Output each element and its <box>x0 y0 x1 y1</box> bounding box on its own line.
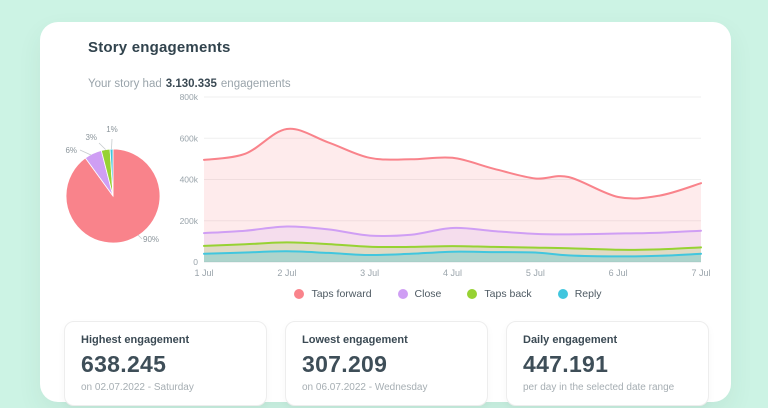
svg-text:6 Jul: 6 Jul <box>609 268 628 278</box>
legend-item-taps-back[interactable]: Taps back <box>467 288 532 300</box>
legend-item-taps-forward[interactable]: Taps forward <box>294 288 372 300</box>
stat-note: on 02.07.2022 - Saturday <box>81 382 194 393</box>
svg-text:800k: 800k <box>180 92 199 102</box>
engagement-breakdown-pie-chart[interactable]: 90% 6% 3% 1% <box>48 118 178 258</box>
stat-note: on 06.07.2022 - Wednesday <box>302 382 428 393</box>
legend-label: Taps back <box>484 288 532 300</box>
taps-forward-dot-icon <box>294 289 305 299</box>
reply-dot-icon <box>557 289 568 299</box>
svg-text:0: 0 <box>193 257 198 267</box>
stat-value: 638.245 <box>81 351 167 377</box>
stat-card-lowest-engagement: Lowest engagement 307.209 on 06.07.2022 … <box>285 321 488 406</box>
svg-text:4 Jul: 4 Jul <box>443 268 462 278</box>
stat-title: Highest engagement <box>81 334 190 346</box>
svg-text:1 Jul: 1 Jul <box>194 268 213 278</box>
page-title: Story engagements <box>88 39 231 56</box>
svg-text:6%: 6% <box>65 146 77 155</box>
svg-text:3 Jul: 3 Jul <box>360 268 379 278</box>
legend-label: Close <box>414 288 442 300</box>
engagement-timeline-area-chart[interactable]: 0 200k 400k 600k 800k 1 Jul 2 Jul 3 Jul 4 Jul 5 J… <box>168 90 728 285</box>
legend-item-reply[interactable]: Reply <box>557 288 602 300</box>
close-dot-icon <box>397 289 408 299</box>
svg-text:90%: 90% <box>143 235 159 244</box>
svg-text:3%: 3% <box>85 133 97 142</box>
panel-subtitle: Your story had 3.130.335 engagements <box>88 78 291 90</box>
subtitle-prefix: Your story had <box>88 78 162 90</box>
svg-text:600k: 600k <box>180 133 199 143</box>
stat-title: Daily engagement <box>523 334 618 346</box>
stat-value: 307.209 <box>302 351 388 377</box>
stat-note: per day in the selected date range <box>523 382 675 393</box>
legend-label: Taps forward <box>311 288 372 300</box>
svg-text:200k: 200k <box>180 216 199 226</box>
stats-row: Highest engagement 638.245 on 02.07.2022… <box>64 321 709 406</box>
stat-value: 447.191 <box>523 351 609 377</box>
chart-legend: Taps forward Close Taps back Reply <box>168 288 728 300</box>
stat-card-highest-engagement: Highest engagement 638.245 on 02.07.2022… <box>64 321 267 406</box>
story-engagements-panel: Story engagements Your story had 3.130.3… <box>40 22 731 406</box>
stat-card-daily-engagement: Daily engagement 447.191 per day in the … <box>506 321 709 406</box>
stat-title: Lowest engagement <box>302 334 408 346</box>
svg-text:5 Jul: 5 Jul <box>526 268 545 278</box>
legend-item-close[interactable]: Close <box>397 288 442 300</box>
engagements-count: 3.130.335 <box>165 78 217 90</box>
svg-text:400k: 400k <box>180 175 199 185</box>
subtitle-suffix: engagements <box>220 78 291 90</box>
svg-text:7 Jul: 7 Jul <box>691 268 710 278</box>
taps-back-dot-icon <box>467 289 478 299</box>
svg-text:2 Jul: 2 Jul <box>277 268 296 278</box>
legend-label: Reply <box>574 288 602 300</box>
svg-text:1%: 1% <box>106 125 118 134</box>
